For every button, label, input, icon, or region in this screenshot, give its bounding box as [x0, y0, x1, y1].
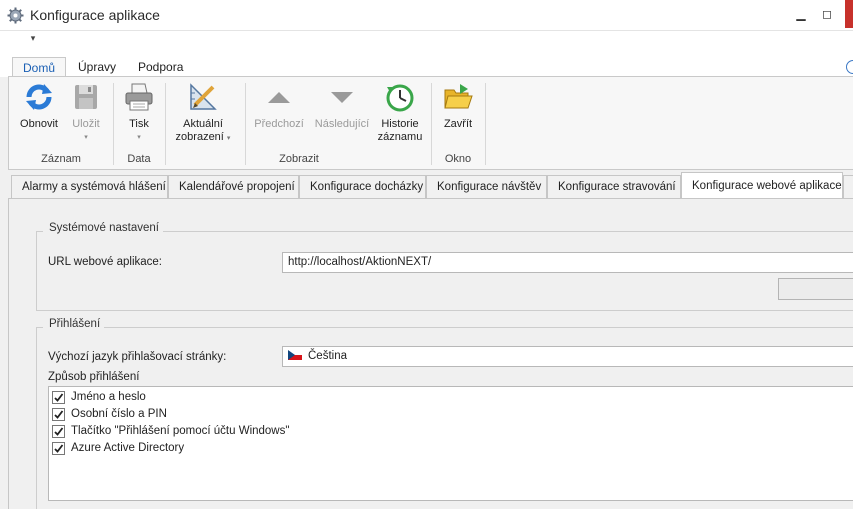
tab-catering-config[interactable]: Konfigurace stravování: [547, 175, 681, 199]
login-method-label: Způsob přihlášení: [48, 371, 140, 383]
system-settings-group: Systémové nastavení URL webové aplikace:…: [36, 222, 853, 311]
history-clock-icon: [386, 84, 414, 112]
group-label-view: Zobrazit: [279, 153, 319, 165]
system-settings-title: Systémové nastavení: [45, 222, 163, 234]
ribbon-separator: [165, 83, 166, 165]
ribbon-separator: [245, 83, 246, 165]
folder-exit-icon: [444, 84, 473, 109]
content-tab-strip: Alarmy a systémová hlášení Kalendářové p…: [0, 172, 853, 200]
record-history-button[interactable]: Historie záznamu: [375, 81, 425, 144]
previous-button[interactable]: Předchozí: [251, 81, 307, 131]
tab-attendance-config[interactable]: Konfigurace docházky: [299, 175, 426, 199]
tab-web-app-config[interactable]: Konfigurace webové aplikace: [681, 172, 843, 200]
content-panel: Systémové nastavení URL webové aplikace:…: [8, 198, 853, 509]
login-group: Přihlášení Výchozí jazyk přihlašovací st…: [36, 318, 853, 509]
group-border: [37, 231, 43, 232]
ribbon-tab-edit[interactable]: Úpravy: [68, 57, 126, 78]
list-item[interactable]: Jméno a heslo: [52, 389, 146, 405]
ribbon-separator: [113, 83, 114, 165]
maximize-button[interactable]: ◻: [819, 6, 835, 22]
customize-toolbar-dropdown[interactable]: ▾: [26, 33, 40, 49]
settings-gear-icon: [7, 7, 24, 24]
ribbon-panel: Obnovit Uložit ▾ Tisk ▾ Aktuální zobraze…: [8, 76, 853, 170]
print-button[interactable]: Tisk ▾: [119, 81, 159, 144]
arrow-down-icon: [331, 92, 353, 103]
ribbon-tab-home[interactable]: Domů: [12, 57, 67, 78]
list-item[interactable]: Osobní číslo a PIN: [52, 406, 167, 422]
minimize-button[interactable]: ▁: [793, 6, 809, 22]
action-button[interactable]: [778, 278, 853, 300]
help-icon[interactable]: [846, 60, 853, 74]
ribbon-tab-strip: Domů Úpravy Podpora: [0, 52, 853, 78]
group-border: [104, 327, 853, 328]
printer-icon: [125, 83, 153, 111]
arrow-up-icon: [268, 92, 290, 103]
checkbox-windows-account[interactable]: [52, 424, 65, 438]
close-window-button[interactable]: [845, 0, 853, 28]
language-label: Výchozí jazyk přihlašovací stránky:: [48, 351, 227, 363]
group-label-record: Záznam: [41, 153, 81, 165]
quick-access-toolbar: ▾: [0, 30, 853, 52]
close-record-button[interactable]: Zavřít: [437, 81, 479, 131]
tab-calendar-link[interactable]: Kalendářové propojení: [168, 175, 299, 199]
ruler-pencil-icon: [190, 83, 217, 110]
floppy-disk-icon: [75, 85, 97, 109]
title-bar: Konfigurace aplikace ▁ ◻: [0, 0, 853, 30]
group-label-data: Data: [127, 153, 151, 165]
language-value: Čeština: [308, 350, 347, 362]
next-button[interactable]: Následující: [311, 81, 373, 131]
checkbox-name-password[interactable]: [52, 390, 65, 404]
czech-flag-icon: [288, 350, 302, 360]
tab-overflow[interactable]: [843, 175, 853, 199]
ribbon-tab-support[interactable]: Podpora: [128, 57, 193, 78]
current-view-button[interactable]: Aktuální zobrazení ▾: [169, 81, 237, 145]
group-border: [161, 231, 853, 232]
group-border: [37, 327, 43, 328]
save-button[interactable]: Uložit ▾: [65, 81, 107, 144]
group-label-window: Okno: [444, 153, 472, 165]
list-item[interactable]: Azure Active Directory: [52, 440, 184, 456]
list-item[interactable]: Tlačítko "Přihlášení pomocí účtu Windows…: [52, 423, 289, 439]
checkbox-azure-ad[interactable]: [52, 441, 65, 455]
refresh-button[interactable]: Obnovit: [15, 81, 63, 131]
url-label: URL webové aplikace:: [48, 256, 162, 268]
login-method-list: Jméno a heslo Osobní číslo a PIN Tlačítk…: [48, 386, 853, 501]
window-title: Konfigurace aplikace: [30, 7, 160, 23]
ribbon-separator: [485, 83, 486, 165]
login-title: Přihlášení: [45, 318, 105, 330]
language-select[interactable]: Čeština: [282, 346, 853, 367]
tab-visits-config[interactable]: Konfigurace návštěv: [426, 175, 547, 199]
ribbon-separator: [431, 83, 432, 165]
url-input[interactable]: http://localhost/AktionNEXT/: [282, 252, 853, 273]
checkbox-personal-number-pin[interactable]: [52, 407, 65, 421]
refresh-icon: [26, 84, 52, 110]
tab-alarms[interactable]: Alarmy a systémová hlášení: [11, 175, 168, 199]
